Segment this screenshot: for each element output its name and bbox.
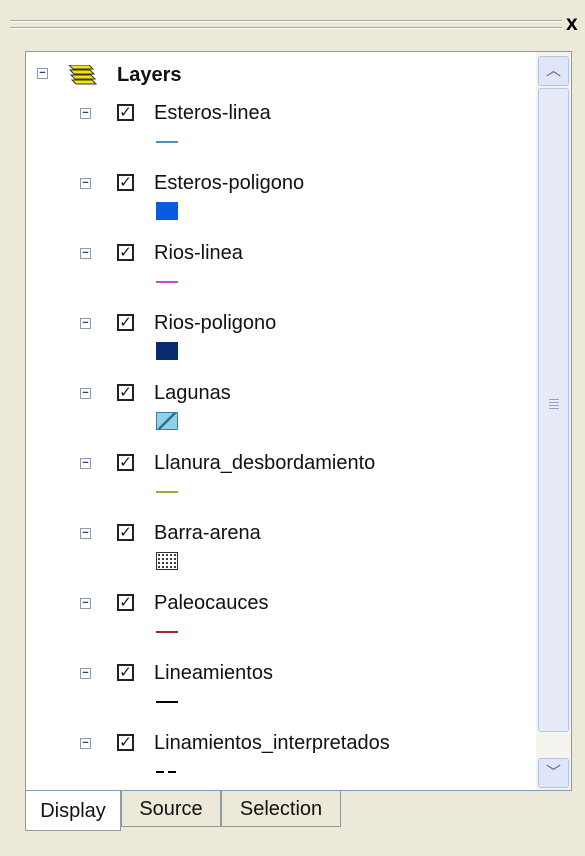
layer-row: − ✓ Llanura_desbordamiento	[26, 448, 536, 518]
line-symbol-icon	[156, 281, 178, 283]
line-symbol-icon	[156, 631, 178, 633]
collapse-icon[interactable]: −	[80, 738, 91, 749]
layer-visibility-checkbox[interactable]: ✓	[117, 174, 134, 191]
collapse-icon[interactable]: −	[80, 388, 91, 399]
scroll-up-button[interactable]: ︿	[538, 56, 569, 86]
scroll-thumb[interactable]	[538, 88, 569, 732]
collapse-icon[interactable]: −	[80, 248, 91, 259]
fill-symbol-icon	[156, 202, 178, 220]
layer-row: − ✓ Linamientos_interpretados	[26, 728, 536, 790]
chevron-up-icon: ︿	[545, 62, 561, 79]
hatch-symbol-icon	[156, 412, 178, 430]
vertical-scrollbar[interactable]: ︿ ﹀	[536, 52, 571, 790]
collapse-icon[interactable]: −	[80, 528, 91, 539]
layer-row: − ✓ Lagunas	[26, 378, 536, 448]
collapse-icon[interactable]: −	[80, 668, 91, 679]
layer-name[interactable]: Esteros-poligono	[154, 171, 304, 195]
layer-visibility-checkbox[interactable]: ✓	[117, 384, 134, 401]
collapse-icon[interactable]: −	[80, 598, 91, 609]
toc-tabs: Display Source Selection	[25, 791, 585, 856]
layer-row: − ✓ Esteros-poligono	[26, 168, 536, 238]
tab-selection[interactable]: Selection	[221, 791, 341, 827]
layer-row: − ✓ Barra-arena	[26, 518, 536, 588]
titlebar-grip[interactable]	[10, 27, 562, 29]
layer-name[interactable]: Rios-poligono	[154, 311, 276, 335]
layers-icon	[66, 64, 98, 92]
titlebar-grip[interactable]	[10, 20, 562, 22]
collapse-icon[interactable]: −	[80, 318, 91, 329]
tab-source[interactable]: Source	[121, 791, 221, 827]
layer-row: − ✓ Rios-poligono	[26, 308, 536, 378]
layer-name[interactable]: Lagunas	[154, 381, 231, 405]
layer-visibility-checkbox[interactable]: ✓	[117, 734, 134, 751]
layer-tree: − Layers − ✓ Esteros-linea − ✓ Esteros-poligo…	[26, 52, 536, 790]
line-symbol-icon	[156, 141, 178, 143]
table-of-contents: − Layers − ✓ Esteros-linea − ✓ Esteros-poligo…	[25, 51, 572, 791]
layer-name[interactable]: Llanura_desbordamiento	[154, 451, 375, 475]
collapse-icon[interactable]: −	[80, 108, 91, 119]
collapse-icon[interactable]: −	[80, 178, 91, 189]
scroll-down-button[interactable]: ﹀	[538, 758, 569, 788]
layer-visibility-checkbox[interactable]: ✓	[117, 104, 134, 121]
chevron-down-icon: ﹀	[545, 764, 561, 781]
layer-visibility-checkbox[interactable]: ✓	[117, 664, 134, 681]
layer-name[interactable]: Rios-linea	[154, 241, 243, 265]
layer-visibility-checkbox[interactable]: ✓	[117, 244, 134, 261]
collapse-icon[interactable]: −	[37, 68, 48, 79]
layer-row: − ✓ Rios-linea	[26, 238, 536, 308]
dot-pattern-symbol-icon	[156, 552, 178, 570]
layer-visibility-checkbox[interactable]: ✓	[117, 594, 134, 611]
layer-visibility-checkbox[interactable]: ✓	[117, 454, 134, 471]
layer-row: − ✓ Esteros-linea	[26, 98, 536, 168]
line-symbol-icon	[156, 701, 178, 703]
collapse-icon[interactable]: −	[80, 458, 91, 469]
layer-name[interactable]: Linamientos_interpretados	[154, 731, 390, 755]
layer-visibility-checkbox[interactable]: ✓	[117, 524, 134, 541]
layer-name[interactable]: Paleocauces	[154, 591, 269, 615]
layer-name[interactable]: Lineamientos	[154, 661, 273, 685]
layer-row: − ✓ Paleocauces	[26, 588, 536, 658]
layer-name[interactable]: Esteros-linea	[154, 101, 271, 125]
grip-icon	[549, 399, 559, 409]
dashed-line-symbol-icon	[156, 771, 178, 773]
fill-symbol-icon	[156, 342, 178, 360]
layer-name[interactable]: Barra-arena	[154, 521, 261, 545]
panel-titlebar: x	[0, 0, 585, 48]
layer-visibility-checkbox[interactable]: ✓	[117, 314, 134, 331]
close-button[interactable]: x	[566, 13, 578, 35]
tab-display[interactable]: Display	[25, 791, 121, 831]
line-symbol-icon	[156, 491, 178, 493]
root-layers-label[interactable]: Layers	[117, 63, 182, 87]
layer-row: − ✓ Lineamientos	[26, 658, 536, 728]
